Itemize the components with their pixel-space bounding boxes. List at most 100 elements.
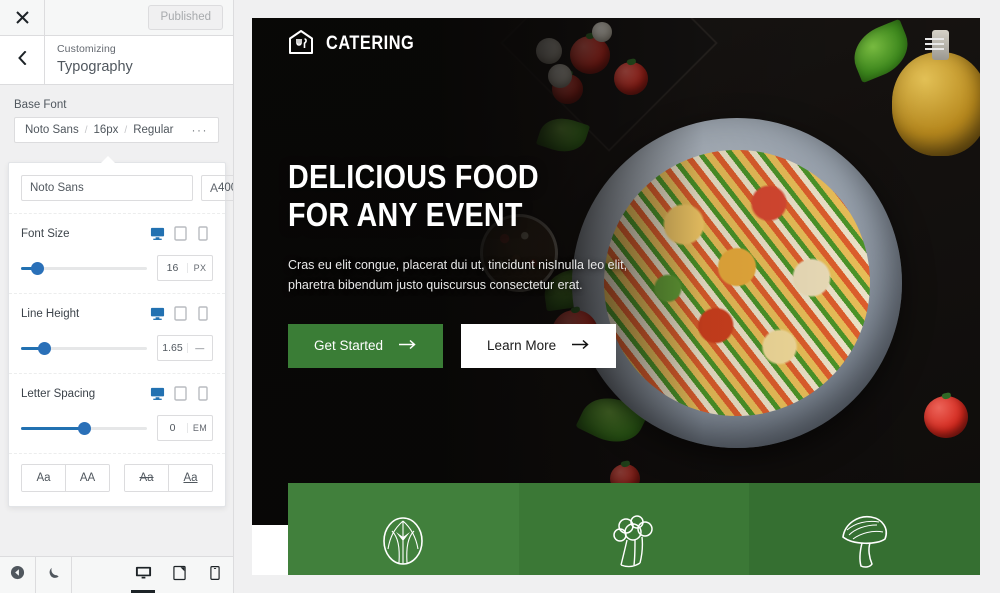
dark-mode-button[interactable] (36, 557, 72, 593)
sidebar-footer (0, 556, 233, 593)
close-customizer-button[interactable] (0, 0, 45, 36)
font-weight-glyph-icon: A (210, 181, 219, 195)
hamburger-menu-icon[interactable] (925, 38, 944, 50)
hero-content: DELICIOUS FOOD FOR ANY EVENT Cras eu eli… (288, 158, 678, 368)
slider-thumb[interactable] (78, 421, 91, 435)
learn-more-button[interactable]: Learn More (461, 323, 617, 368)
font-weight-value: 400 (218, 182, 233, 194)
font-size-control: Font Size 16 PX (9, 214, 225, 294)
responsive-toggles (150, 226, 213, 241)
breadcrumb: Customizing (57, 42, 116, 55)
mushroom-icon (839, 511, 891, 569)
base-font-label: Base Font (14, 99, 67, 111)
tablet-icon[interactable] (174, 386, 189, 401)
page-title: Typography (57, 58, 133, 75)
line-height-label: Line Height (21, 307, 80, 320)
slider-fill (21, 426, 84, 430)
house-cutlery-logo-icon (288, 29, 314, 60)
tablet-icon (172, 565, 186, 586)
site-brand[interactable]: CATERING (288, 29, 429, 60)
tablet-preview-button[interactable] (161, 557, 197, 593)
published-button[interactable]: Published (148, 5, 223, 30)
hide-controls-button[interactable] (0, 557, 36, 593)
font-family-input[interactable] (21, 175, 193, 201)
get-started-button[interactable]: Get Started (288, 323, 444, 368)
publish-area: Published (45, 5, 233, 30)
letter-spacing-input[interactable]: 0 EM (157, 415, 213, 441)
desktop-preview-button[interactable] (125, 557, 161, 593)
responsive-toggles (150, 306, 213, 321)
learn-more-label: Learn More (487, 338, 557, 354)
feature-card-mushroom[interactable] (749, 483, 980, 575)
line-height-control: Line Height 1.65 — (9, 294, 225, 374)
device-preview-group (125, 557, 233, 593)
arrow-right-icon (399, 338, 417, 353)
base-font-size: 16px (93, 124, 119, 136)
slider-thumb[interactable] (31, 261, 45, 275)
broccoli-icon (609, 511, 659, 569)
font-size-slider[interactable] (21, 261, 147, 275)
text-transform-uppercase-button[interactable]: AA (66, 465, 109, 491)
customizer-sidebar: Published Customizing Typography Base Fo… (0, 0, 234, 593)
hero-paragraph: Cras eu elit congue, placerat dui ut, ti… (288, 258, 628, 293)
base-font-weight: Regular (133, 124, 174, 136)
customizer-app: Published Customizing Typography Base Fo… (0, 0, 1000, 593)
typography-popover: A 400 Font Size (8, 156, 233, 507)
text-transform-group: Aa AA (21, 464, 110, 492)
separator: / (124, 124, 128, 136)
mobile-icon[interactable] (198, 386, 213, 401)
close-x-icon (15, 11, 29, 24)
back-button[interactable] (0, 36, 45, 84)
line-height-input[interactable]: 1.65 — (157, 335, 213, 361)
font-size-value: 16 (166, 262, 179, 274)
desktop-icon (135, 565, 152, 586)
text-transform-capitalize-button[interactable]: Aa (22, 465, 66, 491)
font-family-row: A 400 (9, 163, 233, 214)
hide-controls-icon (10, 565, 25, 585)
panel-titles: Customizing Typography (45, 36, 233, 84)
preview-area: CATERING DELICIOUS FOOD FOR ANY EVENT Cr… (234, 0, 1000, 593)
tablet-icon[interactable] (174, 226, 189, 241)
hero-buttons: Get Started Learn More (288, 323, 678, 368)
mobile-icon (210, 565, 220, 586)
ellipsis-icon[interactable]: ··· (192, 124, 209, 136)
font-weight-field[interactable]: A 400 (201, 175, 233, 201)
feature-card-broccoli[interactable] (518, 483, 750, 575)
panel-body: Base Font Noto Sans / 16px / Regular ···… (0, 85, 233, 556)
site-header: CATERING (252, 18, 980, 70)
desktop-icon[interactable] (150, 386, 165, 401)
line-height-slider[interactable] (21, 341, 147, 355)
tablet-icon[interactable] (174, 306, 189, 321)
letter-spacing-value: 0 (169, 422, 176, 434)
font-size-label: Font Size (21, 227, 70, 240)
slider-thumb[interactable] (37, 341, 51, 355)
text-decoration-strikethrough-button[interactable]: Aa (125, 465, 169, 491)
hero-heading-line2: FOR ANY EVENT (288, 195, 523, 233)
moon-icon (47, 566, 61, 585)
feature-card-cabbage[interactable] (288, 483, 519, 575)
letter-spacing-unit[interactable]: EM (187, 423, 212, 433)
chevron-left-icon (17, 50, 27, 70)
customizer-header: Published (0, 0, 233, 36)
font-size-unit[interactable]: PX (187, 263, 212, 273)
line-height-unit[interactable]: — (187, 343, 212, 353)
letter-spacing-control: Letter Spacing 0 EM (9, 374, 225, 454)
hero-heading-line1: DELICIOUS FOOD (288, 158, 539, 195)
base-font-field[interactable]: Noto Sans / 16px / Regular ··· (14, 117, 219, 143)
mobile-preview-button[interactable] (197, 557, 233, 593)
footer-spacer (72, 557, 125, 593)
get-started-label: Get Started (314, 338, 384, 354)
desktop-icon[interactable] (150, 226, 165, 241)
letter-spacing-slider[interactable] (21, 421, 147, 435)
desktop-icon[interactable] (150, 306, 165, 321)
separator: / (84, 124, 88, 136)
mobile-icon[interactable] (198, 226, 213, 241)
text-decoration-underline-button[interactable]: Aa (169, 465, 212, 491)
page-left-margin (252, 525, 288, 575)
hero-heading: DELICIOUS FOOD FOR ANY EVENT (288, 158, 627, 233)
font-size-input[interactable]: 16 PX (157, 255, 213, 281)
arrow-right-icon (572, 338, 590, 353)
site-preview-frame[interactable]: CATERING DELICIOUS FOOD FOR ANY EVENT Cr… (252, 18, 980, 575)
mobile-icon[interactable] (198, 306, 213, 321)
feature-cards (288, 483, 980, 575)
